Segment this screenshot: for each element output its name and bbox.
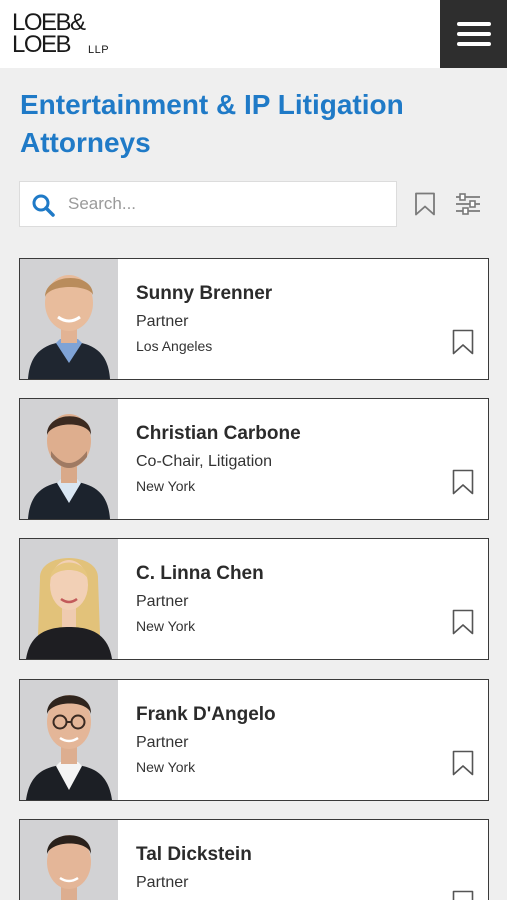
attorney-photo[interactable] [20, 539, 118, 659]
search-box[interactable] [19, 181, 397, 227]
attorney-title: Partner [136, 874, 189, 891]
top-bar: LOEB& LOEB LLP [0, 0, 507, 68]
attorney-card-tal-dickstein[interactable]: Tal Dickstein Partner [19, 819, 489, 900]
attorney-name[interactable]: Christian Carbone [136, 423, 301, 445]
page-title: Entertainment & IP Litigation Attorneys [20, 89, 404, 158]
menu-bar-middle [457, 32, 491, 36]
bookmark-icon[interactable] [414, 192, 436, 216]
attorney-photo[interactable] [20, 820, 118, 900]
attorney-photo[interactable] [20, 259, 118, 379]
attorney-title: Co-Chair, Litigation [136, 453, 273, 470]
loeb-logo[interactable]: LOEB& LOEB LLP [12, 11, 122, 59]
attorney-card-christian-carbone[interactable]: Christian Carbone Co-Chair, Litigation N… [19, 398, 489, 520]
attorney-office: New York [136, 759, 196, 775]
logo-suffix: LLP [88, 44, 110, 56]
attorney-name[interactable]: Tal Dickstein [136, 844, 252, 866]
bookmark-icon[interactable] [452, 609, 474, 635]
attorney-name[interactable]: Frank D'Angelo [136, 704, 276, 726]
attorney-photo[interactable] [20, 399, 118, 519]
bookmark-icon[interactable] [452, 750, 474, 776]
sliders-icon[interactable] [455, 192, 481, 216]
attorney-photo[interactable] [20, 680, 118, 800]
attorney-office: Los Angeles [136, 338, 213, 354]
search-icon [32, 194, 55, 217]
attorney-card-sunny-brenner[interactable]: Sunny Brenner Partner Los Angeles [19, 258, 489, 380]
attorney-office: New York [136, 478, 196, 494]
attorney-name[interactable]: Sunny Brenner [136, 283, 272, 305]
attorney-title: Partner [136, 734, 189, 751]
attorney-title: Partner [136, 593, 189, 610]
search-input[interactable] [68, 182, 388, 226]
logo-line-2: LOEB [12, 31, 72, 58]
attorney-card-linna-chen[interactable]: C. Linna Chen Partner New York [19, 538, 489, 660]
menu-bar-bottom [457, 42, 491, 46]
attorney-title: Partner [136, 313, 189, 330]
menu-bar-top [457, 22, 491, 26]
attorney-name[interactable]: C. Linna Chen [136, 563, 264, 585]
attorney-office: New York [136, 618, 196, 634]
bookmark-icon[interactable] [452, 469, 474, 495]
bookmark-icon[interactable] [452, 329, 474, 355]
hamburger-menu-icon[interactable] [440, 0, 507, 68]
attorney-card-frank-dangelo[interactable]: Frank D'Angelo Partner New York [19, 679, 489, 801]
bookmark-icon[interactable] [452, 890, 474, 900]
